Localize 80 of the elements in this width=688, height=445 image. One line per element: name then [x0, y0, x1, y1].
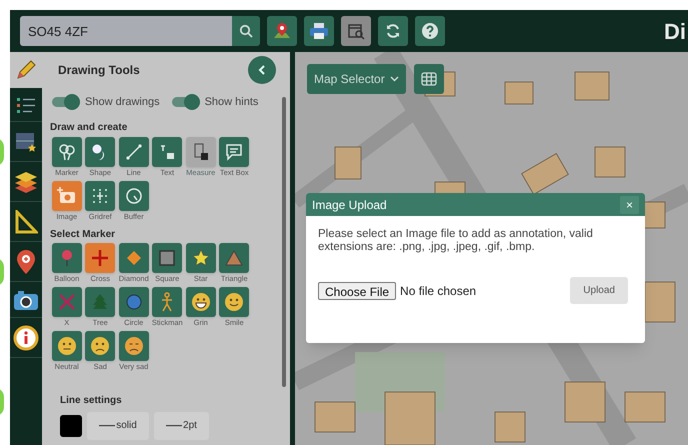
info-icon — [13, 324, 39, 350]
add-photo-icon — [56, 186, 77, 204]
app-title: Di — [664, 18, 687, 46]
print-button[interactable] — [304, 16, 334, 46]
search-field[interactable]: SO45 4ZF — [20, 16, 232, 46]
triangle-icon — [225, 250, 244, 266]
map-selector-button[interactable]: Map Selector — [307, 64, 406, 94]
tool-button[interactable] — [85, 286, 116, 316]
grinning-face-icon — [190, 292, 211, 312]
printer-icon — [309, 22, 329, 40]
tool-button[interactable] — [152, 242, 182, 272]
grid-icon — [420, 72, 437, 86]
square-icon — [158, 248, 176, 266]
stick-figure-icon — [160, 292, 174, 312]
choose-file-button[interactable]: Choose File — [318, 282, 396, 300]
calendar-search-icon — [347, 22, 365, 40]
refresh-button[interactable] — [378, 16, 408, 46]
line-color-swatch[interactable] — [60, 414, 82, 436]
search-icon — [239, 24, 253, 38]
help-icon — [421, 22, 439, 40]
chevron-left-icon — [258, 65, 266, 75]
tool-button[interactable] — [85, 136, 116, 166]
neutral-face-icon — [56, 336, 77, 356]
line-sample-icon — [99, 424, 116, 426]
toggle-switch[interactable] — [172, 94, 200, 110]
tool-button[interactable] — [52, 286, 82, 316]
tree-icon — [92, 292, 108, 310]
refresh-icon — [385, 23, 401, 39]
chevron-down-icon — [390, 76, 399, 82]
toggle-switch[interactable] — [52, 94, 80, 110]
tool-button[interactable] — [186, 286, 216, 316]
help-button[interactable] — [415, 16, 445, 46]
tool-button[interactable] — [219, 242, 250, 272]
tool-button[interactable] — [152, 136, 182, 166]
section-heading: Draw and create — [50, 120, 128, 134]
smiling-face-icon — [224, 292, 244, 312]
dialog-message: Please select an Image file to add as annotation, valid extensions are: .png, .jpg, .jpeg, .gif, .bmp. — [317, 227, 594, 254]
tool-button[interactable] — [186, 242, 216, 272]
line-width-button[interactable]: 2pt — [154, 412, 209, 440]
upload-button[interactable]: Upload — [570, 277, 628, 304]
camera-icon — [13, 288, 39, 310]
x-icon — [58, 292, 76, 310]
layers-icon — [13, 170, 39, 194]
line-sample-icon — [166, 424, 182, 426]
tool-button[interactable] — [118, 180, 149, 210]
grid-button[interactable] — [414, 64, 444, 94]
circle-icon — [124, 292, 143, 310]
grid-dots-icon — [91, 186, 110, 204]
toggle-label: Show drawings — [85, 95, 160, 110]
section-heading: Select Marker — [50, 228, 116, 242]
tool-button[interactable] — [118, 136, 149, 166]
pencil-icon — [14, 58, 38, 82]
ruler-icon — [192, 142, 210, 160]
line-icon — [124, 142, 143, 160]
line-style-button[interactable]: solid — [87, 412, 149, 440]
panel-title: Drawing Tools — [58, 62, 140, 79]
tool-button[interactable] — [85, 180, 116, 210]
section-heading: Line settings — [60, 394, 123, 408]
star-icon — [192, 248, 210, 266]
cross-icon — [91, 248, 110, 266]
balloons-icon — [58, 142, 76, 160]
diamond-icon — [124, 248, 143, 266]
speech-bubble-icon — [225, 142, 244, 160]
scrollbar[interactable] — [282, 97, 286, 387]
tool-button[interactable] — [52, 136, 82, 166]
close-button[interactable]: × — [620, 196, 639, 214]
collapse-button[interactable] — [248, 56, 276, 84]
toggle-label: Show hints — [204, 95, 258, 110]
location-pin-icon — [15, 248, 37, 274]
crying-face-icon — [124, 336, 144, 356]
dialog-title: Image Upload — [312, 196, 387, 214]
text-icon — [158, 142, 176, 160]
tool-button[interactable] — [118, 286, 149, 316]
search-button[interactable] — [232, 16, 260, 46]
circle-radius-icon — [124, 186, 143, 204]
map-pin-icon — [272, 21, 292, 41]
tool-button[interactable] — [219, 136, 250, 166]
sad-face-icon — [90, 336, 110, 356]
preview-button[interactable] — [341, 16, 371, 46]
file-status: No file chosen — [400, 282, 476, 300]
